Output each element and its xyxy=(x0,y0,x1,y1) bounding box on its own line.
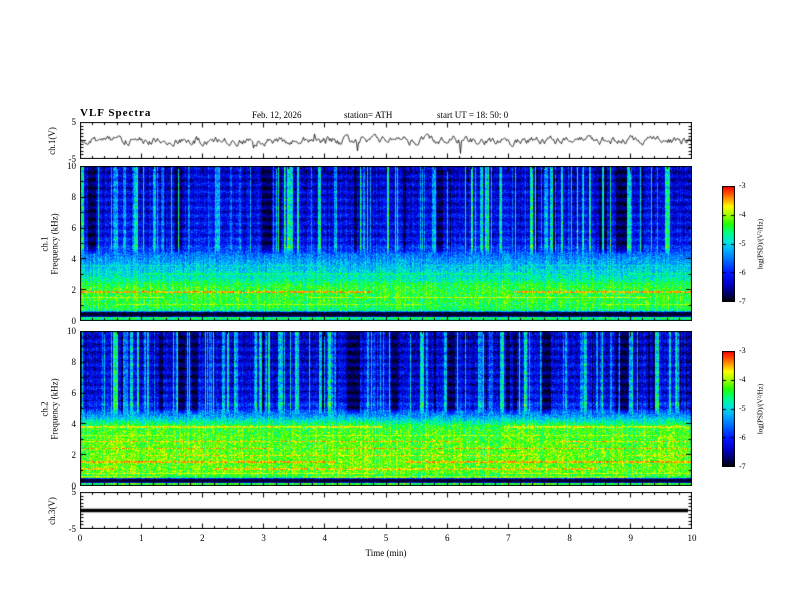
ch2-spec-ylabel: ch.2 Frequency (kHz) xyxy=(39,331,59,486)
x-tick-label: 8 xyxy=(567,533,572,543)
freq-tick-label: 8 xyxy=(71,357,77,367)
x-tick-label: 6 xyxy=(444,533,450,543)
freq-tick-label: 4 xyxy=(71,254,77,264)
ch3-waveform-canvas xyxy=(80,492,692,529)
colorbar-tick-label: -5 xyxy=(739,239,746,248)
x-tick-label: 10 xyxy=(687,533,697,543)
x-tick-label: 0 xyxy=(77,533,83,543)
freq-tick-label: 0 xyxy=(71,316,77,326)
freq-tick-label: 8 xyxy=(71,192,77,202)
x-tick-label: 5 xyxy=(383,533,389,543)
freq-tick-label: 10 xyxy=(67,326,76,336)
colorbar-2-label-text: log(PSD)/(V²/Hz) xyxy=(756,383,764,435)
x-tick-label: 7 xyxy=(506,533,511,543)
colorbar-tick-label: -6 xyxy=(739,433,746,442)
x-axis-label: Time (min) xyxy=(365,548,407,558)
ch1-spec-ylabel-axis: Frequency (kHz) xyxy=(49,212,59,275)
volt-tick-label: -5 xyxy=(68,524,77,534)
x-tick-label: 4 xyxy=(322,533,328,543)
x-tick-label: 3 xyxy=(261,533,266,543)
colorbar-2-label: log(PSD)/(V²/Hz) xyxy=(756,351,764,468)
ch2-spectrogram-canvas xyxy=(80,331,692,486)
x-tick-label: 2 xyxy=(200,533,205,543)
colorbar-1-label: log(PSD)/(V²/Hz) xyxy=(756,186,764,303)
colorbar-tick-label: -7 xyxy=(739,462,746,471)
plot-date: Feb. 12, 2026 xyxy=(252,110,302,120)
ch1-waveform-canvas xyxy=(80,122,692,159)
ch1-spec-ylabel-channel: ch.1 xyxy=(39,235,49,252)
colorbar-tick-label: -6 xyxy=(739,268,746,277)
freq-tick-label: 4 xyxy=(71,419,77,429)
volt-tick-label: 5 xyxy=(71,487,77,497)
vlf-spectra-figure: VLF Spectra Feb. 12, 2026 station= ATH s… xyxy=(0,0,792,612)
colorbar-tick-label: -7 xyxy=(739,297,746,306)
colorbar-1-label-text: log(PSD)/(V²/Hz) xyxy=(756,218,764,270)
x-tick-label: 1 xyxy=(138,533,144,543)
ch1-spectrogram-canvas xyxy=(80,166,692,321)
colorbar-1-canvas xyxy=(722,186,735,302)
freq-tick-label: 2 xyxy=(71,285,77,295)
colorbar-tick-label: -4 xyxy=(739,210,746,219)
colorbar-tick-label: -3 xyxy=(739,346,746,355)
volt-tick-label: -5 xyxy=(68,154,77,164)
colorbar-2-canvas xyxy=(722,351,735,467)
ch2-spec-ylabel-axis: Frequency (kHz) xyxy=(49,377,59,440)
x-tick-label: 9 xyxy=(628,533,634,543)
volt-tick-label: 5 xyxy=(71,117,77,127)
ch2-spec-ylabel-channel: ch.2 xyxy=(39,400,49,417)
freq-tick-label: 6 xyxy=(71,223,77,233)
colorbar-tick-label: -5 xyxy=(739,404,746,413)
freq-tick-label: 6 xyxy=(71,388,77,398)
freq-tick-label: 2 xyxy=(71,450,77,460)
colorbar-tick-label: -3 xyxy=(739,181,746,190)
plot-title: VLF Spectra xyxy=(80,107,152,119)
plot-start-ut: start UT = 18: 50: 0 xyxy=(437,110,509,120)
plot-station: station= ATH xyxy=(344,110,393,120)
colorbar-tick-label: -4 xyxy=(739,375,746,384)
ch1-spec-ylabel: ch.1 Frequency (kHz) xyxy=(39,166,59,321)
